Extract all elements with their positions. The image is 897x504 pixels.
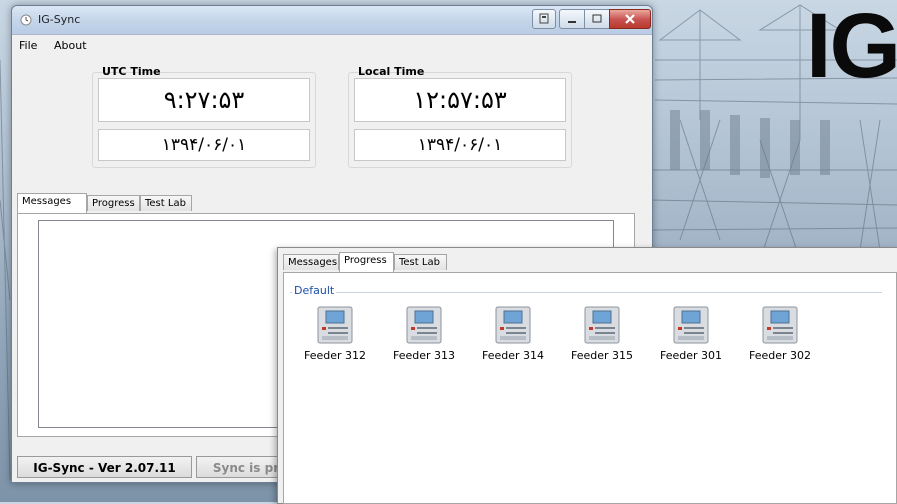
window-mode-icon (539, 13, 549, 24)
device-label: Feeder 315 (570, 349, 634, 362)
tab-progress[interactable]: Progress (87, 195, 140, 211)
utc-date-display: ۱۳۹۴/۰۶/۰۱ (98, 129, 310, 161)
close-icon (625, 14, 635, 24)
device-feeder-312[interactable]: Feeder 312 (300, 305, 370, 362)
local-date-display: ۱۳۹۴/۰۶/۰۱ (354, 129, 566, 161)
relay-device-icon (583, 305, 621, 345)
relay-device-icon (405, 305, 443, 345)
device-label: Feeder 314 (481, 349, 545, 362)
tab-test-lab[interactable]: Test Lab (140, 195, 192, 211)
relay-device-icon (761, 305, 799, 345)
minimize-button[interactable] (559, 9, 585, 29)
app-clock-icon (20, 14, 32, 26)
device-label: Feeder 302 (748, 349, 812, 362)
brand-logo-text: IG (806, 0, 897, 97)
relay-device-icon (672, 305, 710, 345)
maximize-icon (592, 14, 602, 23)
menu-about[interactable]: About (54, 39, 87, 52)
device-label: Feeder 301 (659, 349, 723, 362)
device-label: Feeder 313 (392, 349, 456, 362)
relay-device-icon (316, 305, 354, 345)
progress-tab-panel: Default Feeder 312 Feeder 313 Feeder 314… (283, 272, 897, 504)
tab-messages[interactable]: Messages (283, 254, 339, 270)
utc-time-label: UTC Time (102, 65, 161, 78)
device-feeder-313[interactable]: Feeder 313 (389, 305, 459, 362)
tab-test-lab[interactable]: Test Lab (394, 254, 447, 270)
tab-progress[interactable]: Progress (339, 252, 394, 272)
progress-tab-strip: Messages Progress Test Lab (283, 252, 583, 272)
version-status: IG-Sync - Ver 2.07.11 (17, 456, 192, 478)
utc-time-display: ۹:۲۷:۵۳ (98, 78, 310, 122)
device-feeder-314[interactable]: Feeder 314 (478, 305, 548, 362)
menu-file[interactable]: File (19, 39, 37, 52)
device-feeder-315[interactable]: Feeder 315 (567, 305, 637, 362)
menu-bar: File About (12, 35, 652, 54)
relay-device-icon (494, 305, 532, 345)
group-separator (290, 292, 882, 293)
close-button[interactable] (609, 9, 651, 29)
minimize-icon (568, 21, 576, 23)
window-extra-button[interactable] (532, 9, 556, 29)
main-tab-strip: Messages Progress Test Lab (17, 193, 317, 213)
device-feeder-301[interactable]: Feeder 301 (656, 305, 726, 362)
local-time-label: Local Time (358, 65, 425, 78)
progress-window: Messages Progress Test Lab Default Feede… (277, 247, 897, 504)
window-title: IG-Sync (38, 13, 81, 26)
local-time-display: ۱۲:۵۷:۵۳ (354, 78, 566, 122)
maximize-button[interactable] (584, 9, 610, 29)
title-bar[interactable]: IG-Sync (12, 6, 652, 35)
device-label: Feeder 312 (303, 349, 367, 362)
tab-messages[interactable]: Messages (17, 193, 87, 213)
device-feeder-302[interactable]: Feeder 302 (745, 305, 815, 362)
group-label-default: Default (292, 284, 337, 297)
